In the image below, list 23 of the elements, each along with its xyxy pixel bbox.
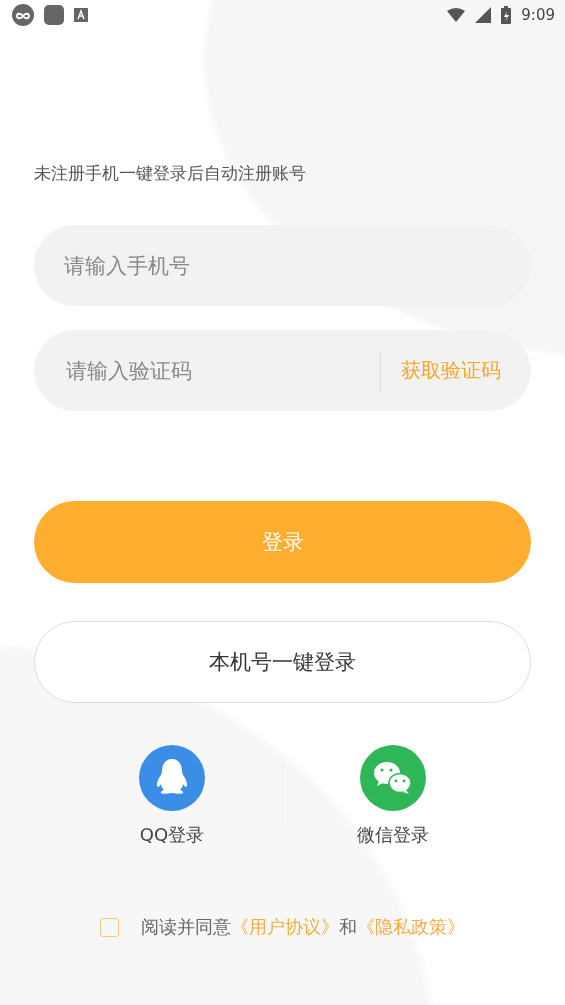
clock-time: 9:09 (521, 6, 555, 24)
hint-text: 未注册手机一键登录后自动注册账号 (34, 162, 307, 185)
user-agreement-link[interactable]: 《用户协议》 (231, 915, 339, 939)
agree-text: 阅读并同意 (141, 915, 231, 939)
chat-bubbles-icon (360, 745, 426, 811)
privacy-policy-link[interactable]: 《隐私政策》 (357, 915, 465, 939)
social-login-button[interactable]: QQ登录 (62, 745, 282, 847)
agree-checkbox[interactable] (100, 917, 119, 937)
code-input[interactable]: 请输入验证码 (64, 357, 380, 384)
get-code-button[interactable]: 获取验证码 (401, 357, 501, 384)
battery-icon (501, 6, 512, 24)
signal-icon (475, 7, 492, 23)
letter-tile-icon (74, 8, 88, 22)
app-icon (44, 5, 64, 25)
one-key-login-button[interactable]: 本机号一键登录 (34, 621, 531, 703)
conjunction-text: 和 (339, 915, 357, 939)
penguin-icon (139, 745, 205, 811)
social-login-button[interactable]: 微信登录 (283, 745, 503, 847)
wifi-icon (447, 8, 466, 22)
infinity-icon (12, 4, 34, 26)
code-field[interactable]: 请输入验证码 获取验证码 (34, 330, 531, 411)
phone-field[interactable]: 请输入手机号 (34, 225, 531, 306)
login-button[interactable]: 登录 (34, 501, 531, 583)
